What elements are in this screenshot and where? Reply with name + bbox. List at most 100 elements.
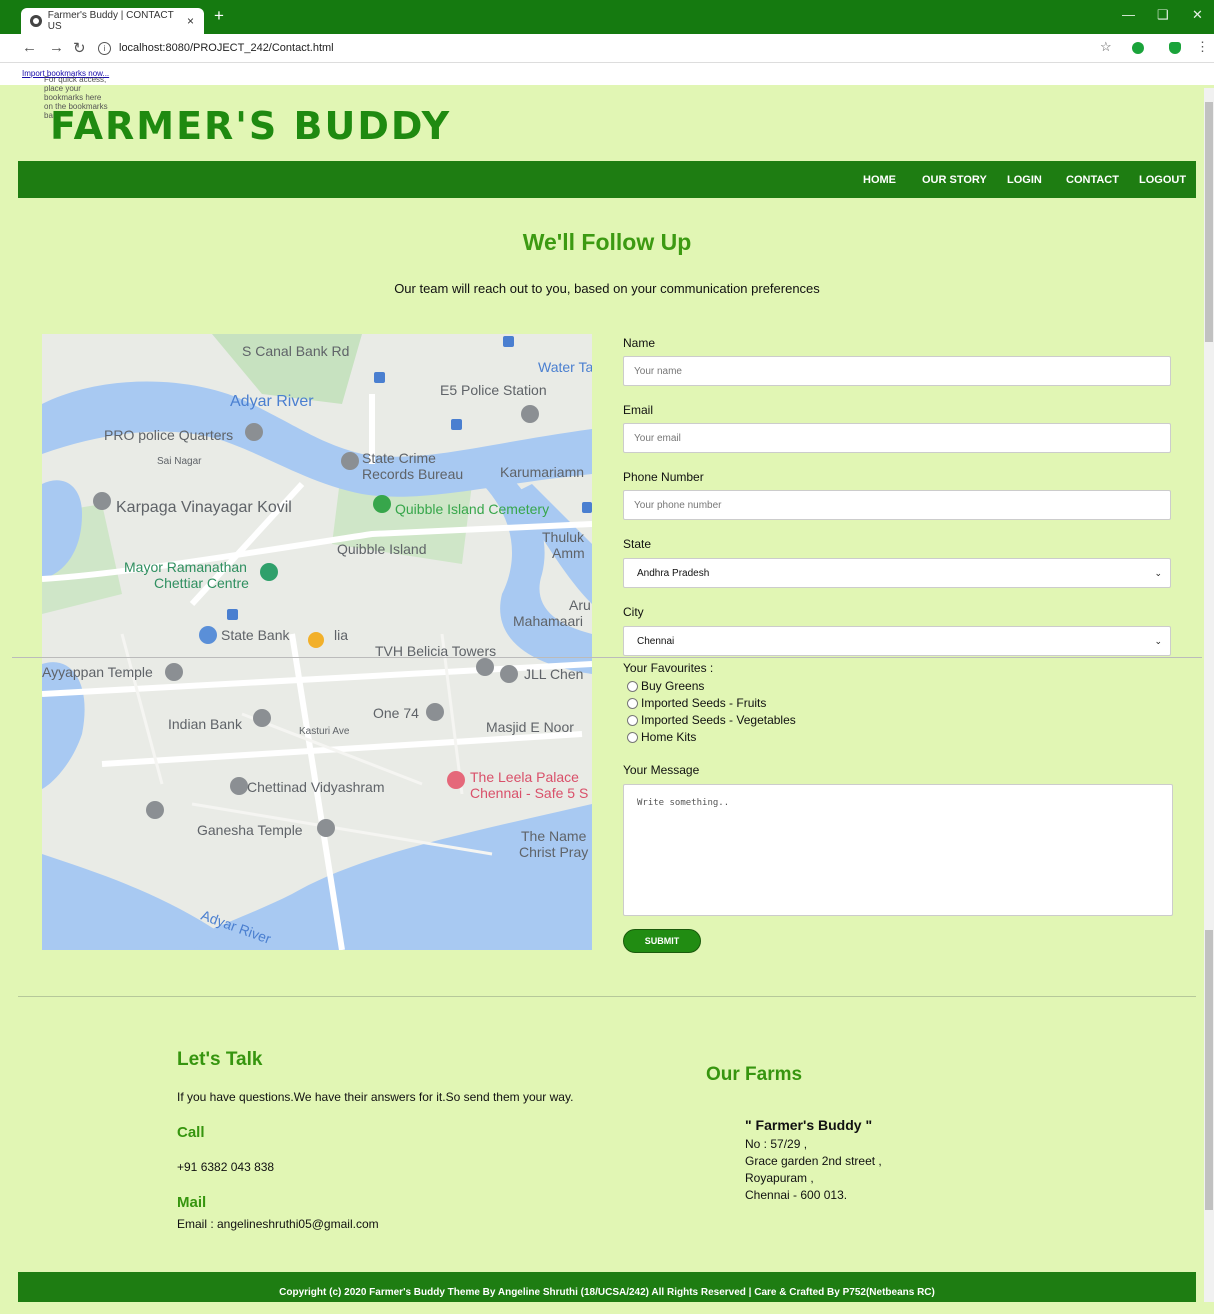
map-label: Christ Pray <box>519 844 588 860</box>
map-label: Water Ta <box>538 359 592 375</box>
copyright-text: Copyright (c) 2020 Farmer's Buddy Theme … <box>279 1287 935 1298</box>
address-line: Royapuram , <box>745 1171 814 1185</box>
favourite-label: Home Kits <box>641 730 697 744</box>
favourite-label: Imported Seeds - Fruits <box>641 696 767 710</box>
city-label: City <box>623 605 644 619</box>
farms-heading: Our Farms <box>706 1064 803 1085</box>
map-label: S Canal Bank Rd <box>242 343 349 359</box>
map-label: Amm <box>552 545 585 561</box>
email-input[interactable] <box>623 423 1171 453</box>
city-select[interactable]: Chennai ⌄ <box>623 626 1171 656</box>
name-label: Name <box>623 336 656 350</box>
map-label: JLL Chen <box>524 666 583 682</box>
talk-text: If you have questions.We have their answ… <box>177 1090 574 1104</box>
farm-name: " Farmer's Buddy " <box>745 1117 873 1133</box>
map-embed[interactable]: S Canal Bank Rd Water Ta Adyar River E5 … <box>42 334 592 950</box>
phone-number: +91 6382 043 838 <box>177 1160 275 1174</box>
nav-contact[interactable]: CONTACT <box>1066 174 1119 186</box>
map-label: lia <box>334 627 348 643</box>
address-line: No : 57/29 , <box>745 1137 808 1151</box>
map-label: Masjid E Noor <box>486 719 574 735</box>
map-label: Chennai - Safe 5 S <box>470 785 588 801</box>
map-label: Quibble Island Cemetery <box>395 501 549 517</box>
map-label: Chettinad Vidyashram <box>247 779 384 795</box>
window-close-icon[interactable]: ✕ <box>1192 7 1203 23</box>
nav-logout[interactable]: LOGOUT <box>1139 174 1186 186</box>
map-label: Sai Nagar <box>157 456 202 467</box>
new-tab-button[interactable]: + <box>214 6 224 26</box>
favourite-option[interactable]: Buy Greens <box>627 679 704 693</box>
reload-icon[interactable]: ↻ <box>73 39 86 57</box>
radio-icon[interactable] <box>627 680 638 692</box>
scrollbar-thumb[interactable] <box>1205 930 1213 1210</box>
browser-tab[interactable]: Farmer's Buddy | CONTACT US × <box>21 8 204 34</box>
map-label: Chettiar Centre <box>154 575 249 591</box>
divider <box>12 657 1202 658</box>
message-label: Your Message <box>623 763 700 777</box>
address-line: Chennai - 600 013. <box>745 1188 848 1202</box>
map-label: Adyar River <box>230 393 314 410</box>
phone-label: Phone Number <box>623 470 704 484</box>
talk-heading: Let's Talk <box>177 1049 263 1070</box>
message-textarea[interactable]: Write something.. <box>623 784 1173 916</box>
bookmark-star-icon[interactable]: ☆ <box>1100 39 1112 55</box>
map-label: State Crime <box>362 450 436 466</box>
info-icon[interactable]: i <box>98 41 111 55</box>
nav-our-story[interactable]: OUR STORY <box>922 174 987 186</box>
forward-icon[interactable]: → <box>49 39 64 56</box>
page-title: We'll Follow Up <box>522 229 692 255</box>
address-bar[interactable]: i localhost:8080/PROJECT_242/Contact.htm… <box>98 38 1078 58</box>
map-label: Records Bureau <box>362 466 463 482</box>
back-icon[interactable]: ← <box>22 39 37 56</box>
call-heading: Call <box>177 1124 205 1141</box>
favourite-label: Buy Greens <box>641 679 705 693</box>
mail-heading: Mail <box>177 1194 207 1211</box>
browser-tab-strip: Farmer's Buddy | CONTACT US × + — ❑ ✕ <box>0 0 1214 34</box>
map-label: Indian Bank <box>168 716 243 732</box>
section-divider <box>18 996 1196 997</box>
favourites-label: Your Favourites : <box>623 661 714 675</box>
nav-login[interactable]: LOGIN <box>1007 174 1042 186</box>
bookmarks-bar: For quick access, place your bookmarks h… <box>0 63 1214 120</box>
site-logo[interactable]: FARMER'S BUDDY <box>50 104 451 148</box>
map-label: State Bank <box>221 627 290 643</box>
radio-icon[interactable] <box>627 714 638 726</box>
state-select[interactable]: Andhra Pradesh ⌄ <box>623 558 1171 588</box>
state-label: State <box>623 537 652 551</box>
favourite-option[interactable]: Imported Seeds - Fruits <box>627 696 766 710</box>
url-text: localhost:8080/PROJECT_242/Contact.html <box>119 42 334 54</box>
state-value: Andhra Pradesh <box>637 567 710 579</box>
email-label: Email <box>623 403 654 417</box>
map-label: Thuluk <box>542 529 585 545</box>
favourite-option[interactable]: Imported Seeds - Vegetables <box>627 713 796 727</box>
map-label: Mahamaari <box>513 613 583 629</box>
copyright-bar: Copyright (c) 2020 Farmer's Buddy Theme … <box>18 1272 1196 1302</box>
nav-home[interactable]: HOME <box>863 174 896 186</box>
map-label: Ganesha Temple <box>197 822 303 838</box>
page-subtitle: Our team will reach out to you, based on… <box>394 281 820 296</box>
scrollbar-thumb[interactable] <box>1205 102 1213 342</box>
favourite-option[interactable]: Home Kits <box>627 730 696 744</box>
name-input[interactable] <box>623 356 1171 386</box>
minimize-icon[interactable]: — <box>1122 7 1135 22</box>
map-label: Kasturi Ave <box>299 726 350 737</box>
browser-toolbar: ← → ↻ i localhost:8080/PROJECT_242/Conta… <box>0 34 1214 63</box>
menu-icon[interactable]: ⋮ <box>1196 39 1209 55</box>
shield-extension-icon[interactable] <box>1169 42 1181 54</box>
restore-icon[interactable]: ❑ <box>1157 7 1169 23</box>
tab-close-icon[interactable]: × <box>187 14 194 28</box>
map-label: Karpaga Vinayagar Kovil <box>116 499 292 516</box>
map-label: The Name <box>521 828 587 844</box>
favourite-label: Imported Seeds - Vegetables <box>641 713 796 727</box>
phone-input[interactable] <box>623 490 1171 520</box>
radio-icon[interactable] <box>627 697 638 709</box>
chevron-down-icon: ⌄ <box>1154 636 1162 646</box>
radio-icon[interactable] <box>627 731 638 743</box>
main-nav: HOME OUR STORY LOGIN CONTACT LOGOUT <box>18 161 1196 198</box>
adblock-extension-icon[interactable] <box>1132 42 1144 54</box>
map-label: Karumariamn <box>500 464 584 480</box>
address-line: Grace garden 2nd street , <box>745 1154 882 1168</box>
map-label: The Leela Palace <box>470 769 579 785</box>
map-label: PRO police Quarters <box>104 427 233 443</box>
submit-button[interactable]: SUBMIT <box>623 929 701 953</box>
